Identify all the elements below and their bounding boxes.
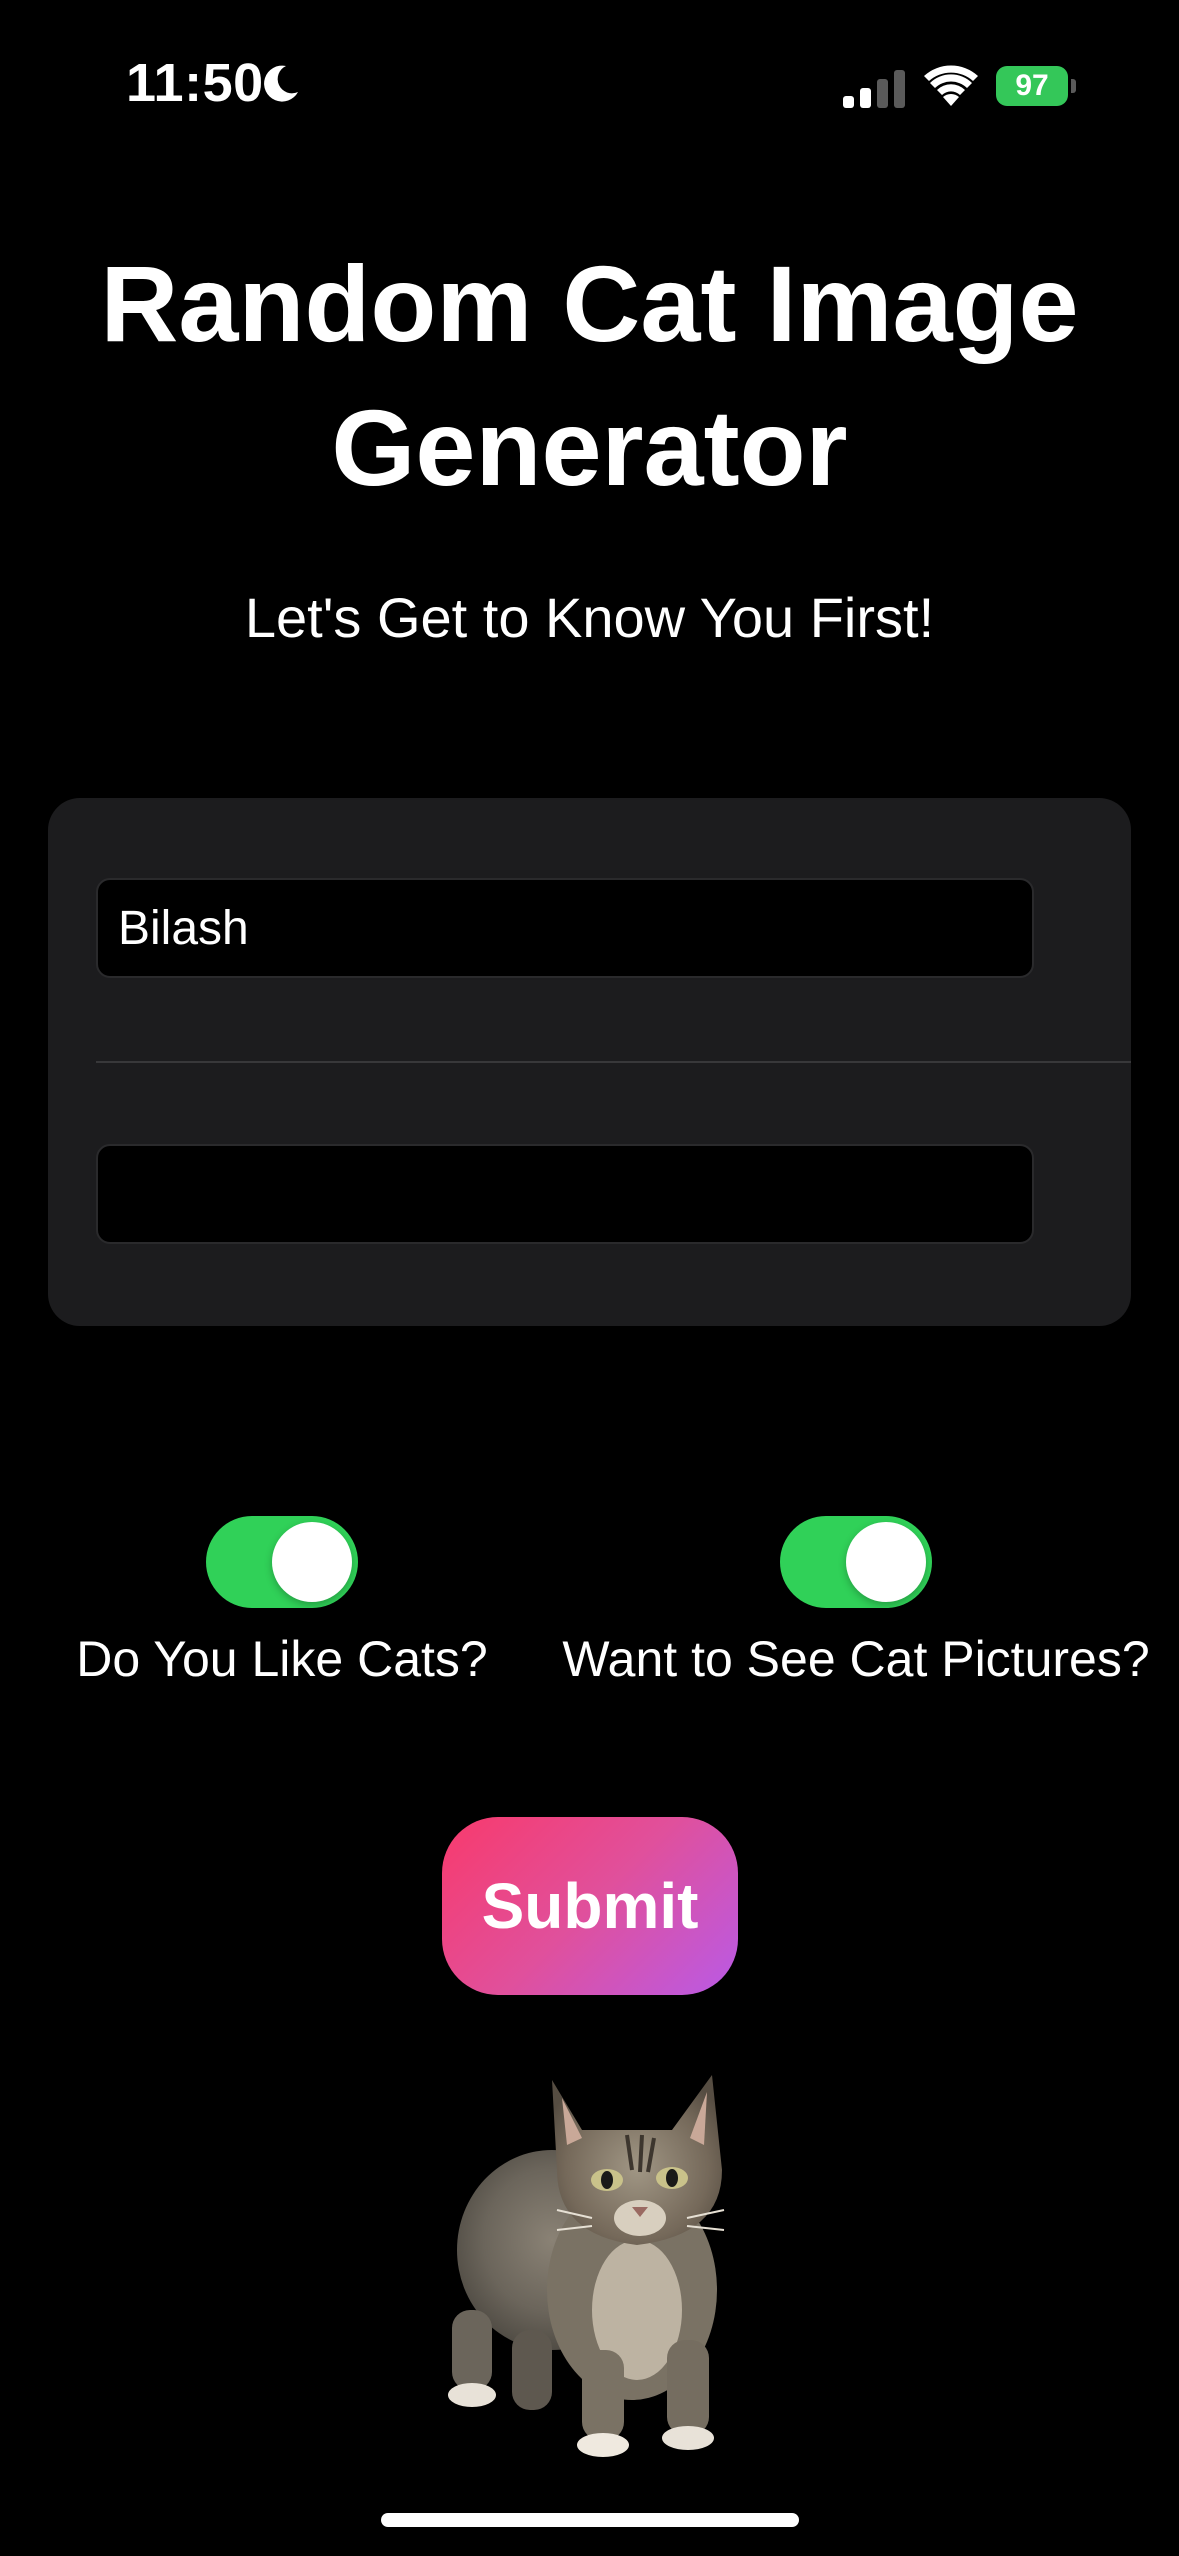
cellular-signal-icon [843,70,905,108]
like-cats-label: Do You Like Cats? [76,1631,488,1687]
wifi-icon [924,65,978,106]
page-subtitle: Let's Get to Know You First! [244,586,935,649]
name-field[interactable] [96,878,1034,978]
toggle-knob [846,1522,926,1602]
home-indicator[interactable] [381,2513,799,2527]
submit-button[interactable]: Submit [442,1817,738,1995]
status-bar: 11:50 97 [0,0,1179,170]
battery-indicator: 97 [996,66,1076,108]
status-time: 11:50 [126,53,264,113]
moon-icon [264,65,298,102]
like-cats-toggle[interactable] [206,1516,358,1608]
page-title: Random Cat Image Generator [100,243,1079,508]
battery-level: 97 [1015,69,1049,102]
cat-image [448,2075,725,2457]
form-divider [96,1061,1131,1063]
see-cat-pictures-label: Want to See Cat Pictures? [562,1631,1150,1687]
see-cat-pictures-toggle[interactable] [780,1516,932,1608]
toggle-knob [272,1522,352,1602]
battery-cap [1071,79,1076,93]
second-text-field[interactable] [96,1144,1034,1244]
